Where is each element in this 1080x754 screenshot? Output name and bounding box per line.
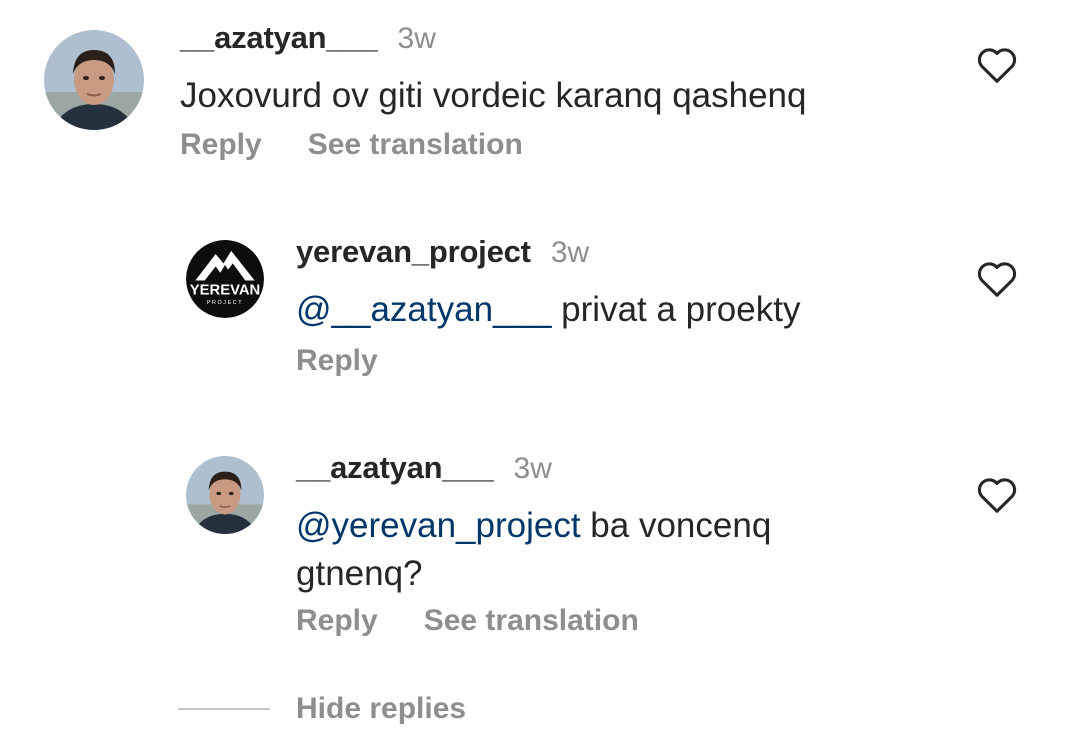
- logo-subtext: PROJECT: [207, 300, 243, 306]
- heart-icon[interactable]: [975, 44, 1019, 84]
- username[interactable]: yerevan_project: [296, 234, 531, 270]
- hide-replies-row[interactable]: Hide replies: [178, 692, 466, 726]
- comment-text: Joxovurd ov giti vordeic karanq qashenq: [180, 72, 920, 120]
- username[interactable]: __azatyan___: [180, 20, 378, 56]
- avatar[interactable]: [44, 30, 144, 130]
- hide-replies-button[interactable]: Hide replies: [296, 692, 466, 726]
- timestamp: 3w: [550, 236, 590, 269]
- see-translation-button[interactable]: See translation: [424, 604, 639, 638]
- logo-text: YEREVAN: [190, 283, 261, 299]
- mention-link[interactable]: @yerevan_project: [296, 506, 581, 545]
- user-photo-icon: [44, 30, 144, 130]
- avatar[interactable]: [186, 456, 264, 534]
- reply-button[interactable]: Reply: [180, 128, 262, 162]
- mention-link[interactable]: @__azatyan___: [296, 290, 551, 329]
- username[interactable]: __azatyan___: [296, 450, 494, 486]
- timestamp: 3w: [397, 22, 436, 55]
- see-translation-button[interactable]: See translation: [308, 128, 523, 162]
- heart-icon[interactable]: [975, 474, 1019, 514]
- heart-icon[interactable]: [975, 258, 1019, 298]
- timestamp: 3w: [513, 452, 552, 485]
- yerevan-project-logo-icon: YEREVAN PROJECT: [186, 240, 264, 318]
- thread-divider-line: [178, 708, 270, 710]
- comment-body: privat a proekty: [551, 290, 801, 329]
- comment-text: @__azatyan___ privat a proekty: [296, 286, 916, 334]
- user-photo-icon: [186, 456, 264, 534]
- reply-button[interactable]: Reply: [296, 344, 378, 378]
- comment-text: @yerevan_project ba voncenq gtnenq?: [296, 502, 856, 598]
- reply-button[interactable]: Reply: [296, 604, 378, 638]
- comment-body: Joxovurd ov giti vordeic karanq qashenq: [180, 76, 807, 115]
- avatar[interactable]: YEREVAN PROJECT: [186, 240, 264, 318]
